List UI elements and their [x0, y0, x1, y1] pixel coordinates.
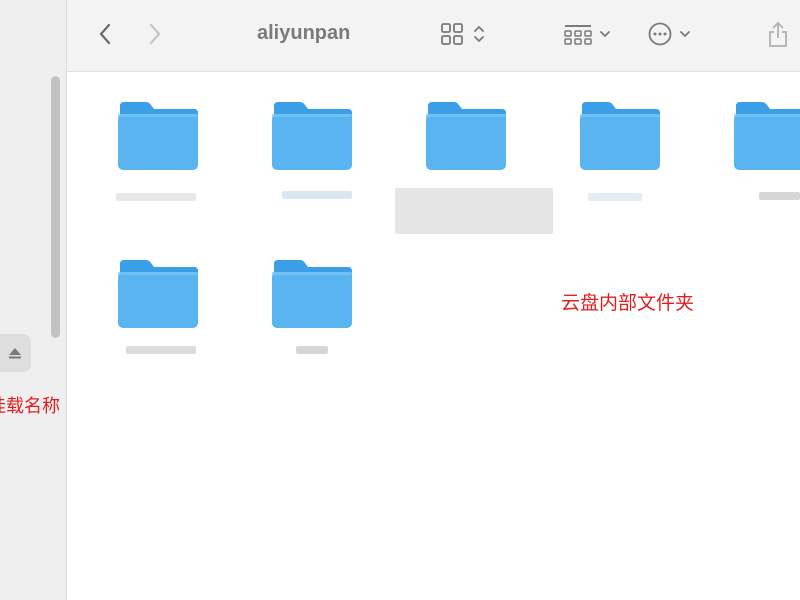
- mount-name-label: 挂载名称: [0, 396, 60, 416]
- share-button[interactable]: [767, 20, 789, 48]
- folder-name-blur: [759, 192, 800, 200]
- eject-icon: [8, 348, 21, 359]
- sidebar: 挂载名称: [0, 0, 67, 600]
- forward-button[interactable]: [147, 22, 163, 46]
- folder-icon: [118, 102, 198, 170]
- share-icon: [769, 22, 787, 47]
- folder-item[interactable]: [732, 100, 800, 172]
- chevron-right-icon: [149, 23, 161, 45]
- folder-item[interactable]: [116, 100, 200, 172]
- folder-icon: [734, 102, 800, 170]
- group-button[interactable]: [564, 22, 612, 46]
- folder-item[interactable]: [578, 100, 662, 172]
- annotation-text: 云盘内部文件夹: [561, 293, 695, 314]
- folder-item[interactable]: [116, 258, 200, 330]
- folder-item[interactable]: [424, 100, 508, 172]
- sidebar-scrollbar[interactable]: [51, 76, 60, 338]
- folder-name-blur: [126, 346, 196, 354]
- back-button[interactable]: [97, 22, 113, 46]
- folder-name-blur: [395, 188, 553, 234]
- eject-button[interactable]: [0, 334, 31, 372]
- chevron-down-icon: [600, 31, 610, 37]
- chevron-down-icon: [680, 31, 690, 37]
- view-mode-button[interactable]: [440, 22, 486, 46]
- ellipsis-circle-icon: [648, 22, 672, 46]
- group-by-icon: [564, 25, 592, 45]
- more-actions-button[interactable]: [648, 22, 692, 46]
- window-title: aliyunpan: [257, 22, 351, 44]
- chevron-left-icon: [99, 23, 111, 45]
- folder-icon: [272, 260, 352, 328]
- folder-item[interactable]: [270, 100, 354, 172]
- folder-icon: [426, 102, 506, 170]
- toolbar: aliyunpan: [67, 0, 800, 72]
- folder-item[interactable]: [270, 258, 354, 330]
- folder-name-blur: [296, 346, 328, 354]
- folder-name-blur: [116, 193, 196, 201]
- updown-chevron-icon: [474, 26, 484, 42]
- folder-name-blur: [588, 193, 642, 201]
- folder-name-blur: [282, 191, 352, 199]
- folder-icon: [272, 102, 352, 170]
- folder-icon: [118, 260, 198, 328]
- folder-icon: [580, 102, 660, 170]
- icon-grid-icon: [441, 23, 463, 45]
